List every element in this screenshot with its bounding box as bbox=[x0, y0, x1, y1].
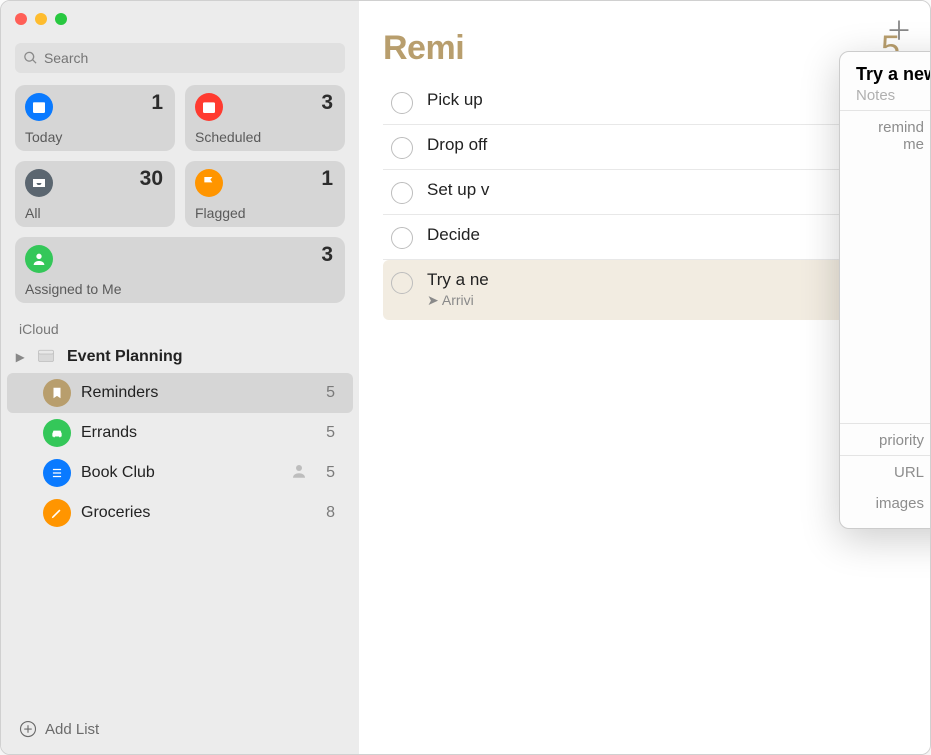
sidebar-list-errands[interactable]: Errands 5 bbox=[7, 413, 353, 453]
smart-count: 1 bbox=[321, 167, 333, 191]
list-name: Reminders bbox=[81, 384, 316, 402]
priority-label: priority bbox=[856, 432, 931, 449]
notes-input[interactable]: Notes bbox=[840, 87, 931, 111]
zoom-window-button[interactable] bbox=[55, 13, 67, 25]
tray-icon bbox=[25, 169, 53, 197]
smart-flagged[interactable]: 1 Flagged bbox=[185, 161, 345, 227]
remind-me-label: remind me bbox=[856, 119, 931, 218]
smart-count: 1 bbox=[151, 91, 163, 115]
calendar-icon bbox=[195, 93, 223, 121]
smart-label: Assigned to Me bbox=[25, 281, 122, 297]
bookmark-icon bbox=[43, 379, 71, 407]
flag-icon bbox=[195, 169, 223, 197]
car-icon bbox=[43, 419, 71, 447]
todo-title[interactable]: Try a ne ➤ Arrivi bbox=[427, 270, 878, 309]
images-label: images bbox=[856, 495, 931, 512]
complete-toggle[interactable] bbox=[391, 272, 413, 294]
add-list-label: Add List bbox=[45, 721, 99, 738]
smart-scheduled[interactable]: 3 Scheduled bbox=[185, 85, 345, 151]
search-field[interactable] bbox=[15, 43, 345, 73]
plus-circle-icon bbox=[19, 720, 37, 738]
smart-label: All bbox=[25, 205, 41, 221]
sidebar-list-groceries[interactable]: Groceries 8 bbox=[7, 493, 353, 533]
smart-label: Scheduled bbox=[195, 129, 261, 145]
complete-toggle[interactable] bbox=[391, 92, 413, 114]
smart-today[interactable]: 1 Today bbox=[15, 85, 175, 151]
list-icon bbox=[43, 459, 71, 487]
reminder-details-popover: Notes remind me On a Day At a Location P… bbox=[839, 51, 931, 529]
main-pane: ＋ Remi 5 Pick up Drop off Set up v Decid… bbox=[359, 1, 930, 754]
list-count: 5 bbox=[326, 384, 335, 402]
list-count: 5 bbox=[326, 424, 335, 442]
sidebar: 1 Today 3 Scheduled 30 All 1 Flagged 3 bbox=[1, 1, 359, 754]
pencil-icon bbox=[43, 499, 71, 527]
chevron-right-icon: ▸ bbox=[13, 347, 27, 367]
todo-subtitle: ➤ Arrivi bbox=[427, 292, 878, 309]
smart-count: 3 bbox=[321, 243, 333, 267]
search-icon bbox=[23, 50, 38, 66]
folder-icon bbox=[35, 348, 59, 366]
account-header: iCloud bbox=[1, 313, 359, 341]
search-input[interactable] bbox=[44, 50, 337, 66]
add-list-button[interactable]: Add List bbox=[1, 708, 359, 754]
window-controls bbox=[1, 1, 359, 37]
smart-all[interactable]: 30 All bbox=[15, 161, 175, 227]
location-arrow-icon: ➤ bbox=[427, 292, 442, 308]
reminder-title-input[interactable] bbox=[856, 64, 931, 85]
sidebar-list-reminders[interactable]: Reminders 5 bbox=[7, 373, 353, 413]
close-window-button[interactable] bbox=[15, 13, 27, 25]
app-window: 1 Today 3 Scheduled 30 All 1 Flagged 3 bbox=[0, 0, 931, 755]
list-count: 5 bbox=[326, 464, 335, 482]
smart-label: Flagged bbox=[195, 205, 246, 221]
smart-label: Today bbox=[25, 129, 62, 145]
smart-assigned[interactable]: 3 Assigned to Me bbox=[15, 237, 345, 303]
minimize-window-button[interactable] bbox=[35, 13, 47, 25]
list-name: Errands bbox=[81, 424, 316, 442]
smart-lists: 1 Today 3 Scheduled 30 All 1 Flagged 3 bbox=[1, 85, 359, 313]
complete-toggle[interactable] bbox=[391, 137, 413, 159]
group-label: Event Planning bbox=[67, 348, 183, 366]
url-label: URL bbox=[856, 464, 931, 481]
sidebar-list-book-club[interactable]: Book Club 5 bbox=[7, 453, 353, 493]
list-count: 8 bbox=[326, 504, 335, 522]
list-name: Book Club bbox=[81, 464, 280, 482]
shared-icon bbox=[290, 462, 308, 485]
smart-count: 3 bbox=[321, 91, 333, 115]
group-event-planning[interactable]: ▸ Event Planning bbox=[1, 341, 359, 373]
calendar-icon bbox=[25, 93, 53, 121]
complete-toggle[interactable] bbox=[391, 182, 413, 204]
complete-toggle[interactable] bbox=[391, 227, 413, 249]
list-name: Groceries bbox=[81, 504, 316, 522]
person-icon bbox=[25, 245, 53, 273]
smart-count: 30 bbox=[140, 167, 163, 191]
